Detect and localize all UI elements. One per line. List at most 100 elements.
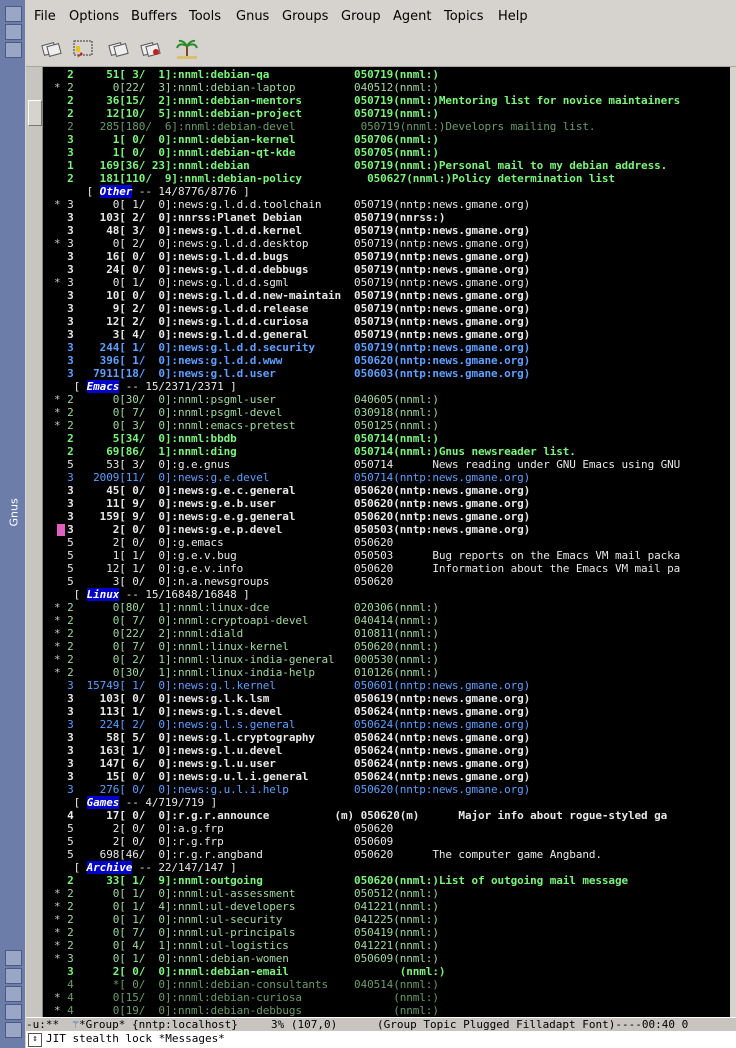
group-line[interactable]: 3 103[ 0/ 0]:news:g.l.k.lsm 050619(nntp:… bbox=[54, 692, 530, 705]
unsubscribe-icon[interactable] bbox=[139, 38, 163, 60]
exit-gnus-icon[interactable] bbox=[175, 38, 199, 60]
group-line[interactable]: 5 698[46/ 0]:r.g.r.angband 050620 The co… bbox=[54, 848, 602, 861]
topic-name[interactable]: Linux bbox=[86, 588, 119, 601]
group-line[interactable]: 3 16[ 0/ 0]:news:g.l.d.d.bugs 050719(nnt… bbox=[54, 250, 530, 263]
group-line[interactable]: 3 2[ 0/ 0]:nnml:debian-email (nnml:) bbox=[54, 965, 445, 978]
group-line[interactable]: * 2 0[ 7/ 0]:nnml:cryptoapi-devel 040414… bbox=[54, 614, 439, 627]
group-line[interactable]: 2 69[86/ 1]:nnml:ding 050714(nnml:)Gnus … bbox=[54, 445, 576, 458]
group-line[interactable]: * 2 0[30/ 1]:nnml:linux-india-help 01012… bbox=[54, 666, 439, 679]
group-line[interactable]: 5 2[ 0/ 0]:g.emacs 050620 bbox=[54, 536, 393, 549]
group-line[interactable]: * 3 0[ 1/ 0]:nnml:debian-women 050609(nn… bbox=[54, 952, 439, 965]
group-line[interactable]: * 3 0[ 1/ 0]:news:g.l.d.d.toolchain 0507… bbox=[54, 198, 530, 211]
group-line[interactable]: 3 159[ 9/ 0]:news:g.e.g.general 050620(n… bbox=[54, 510, 530, 523]
group-line[interactable]: * 2 0[ 1/ 0]:nnml:ul-security 041225(nnm… bbox=[54, 913, 439, 926]
frame-button-4[interactable] bbox=[5, 950, 22, 966]
group-line[interactable]: 2 51[ 3/ 1]:nnml:debian-qa 050719(nnml:) bbox=[54, 68, 439, 81]
frame-button-1[interactable] bbox=[5, 6, 22, 22]
topic-line[interactable]: [ Other -- 14/8776/8776 ] bbox=[54, 185, 250, 198]
group-line[interactable]: 3 147[ 6/ 0]:news:g.l.u.user 050624(nntp… bbox=[54, 757, 530, 770]
group-line[interactable]: 3 276[ 0/ 0]:news:g.u.l.i.help 050620(nn… bbox=[54, 783, 530, 796]
frame-button-8[interactable] bbox=[5, 1022, 22, 1038]
group-line[interactable]: 3 1[ 0/ 0]:nnml:debian-qt-kde 050705(nnm… bbox=[54, 146, 439, 159]
group-line[interactable]: * 2 0[ 3/ 0]:nnml:emacs-pretest 050125(n… bbox=[54, 419, 439, 432]
group-line[interactable]: 2 285[180/ 6]:nnml:debian-devel 050719(n… bbox=[54, 120, 595, 133]
group-line[interactable]: 3 244[ 1/ 0]:news:g.l.d.d.security 05071… bbox=[54, 341, 530, 354]
topic-name[interactable]: Games bbox=[86, 796, 119, 809]
group-line[interactable]: * 2 0[22/ 3]:nnml:debian-laptop 040512(n… bbox=[54, 81, 439, 94]
group-line[interactable]: 2 36[15/ 2]:nnml:debian-mentors 050719(n… bbox=[54, 94, 680, 107]
frame-button-3[interactable] bbox=[5, 42, 22, 58]
subscribe-icon[interactable] bbox=[107, 38, 131, 60]
group-line[interactable]: 2 33[ 1/ 9]:nnml:outgoing 050620(nnml:)L… bbox=[54, 874, 628, 887]
group-buffer[interactable]: 2 51[ 3/ 1]:nnml:debian-qa 050719(nnml:)… bbox=[54, 67, 730, 1017]
group-line[interactable]: 3 163[ 1/ 0]:news:g.l.u.devel 050624(nnt… bbox=[54, 744, 530, 757]
topic-name[interactable]: Archive bbox=[86, 861, 132, 874]
group-line[interactable]: 2 5[34/ 0]:nnml:bbdb 050714(nnml:) bbox=[54, 432, 439, 445]
group-line[interactable]: 5 2[ 0/ 0]:r.g.frp 050609 bbox=[54, 835, 393, 848]
group-line[interactable]: * 2 0[ 7/ 0]:nnml:linux-kernel 050620(nn… bbox=[54, 640, 439, 653]
group-line[interactable]: 5 53[ 3/ 0]:g.e.gnus 050714 News reading… bbox=[54, 458, 680, 471]
group-line[interactable]: 1 169[36/ 23]:nnml:debian 050719(nnml:)P… bbox=[54, 159, 667, 172]
frame-button-7[interactable] bbox=[5, 1004, 22, 1020]
group-line[interactable]: 3 113[ 1/ 0]:news:g.l.s.devel 050624(nnt… bbox=[54, 705, 530, 718]
group-line[interactable]: 3 24[ 0/ 0]:news:g.l.d.d.debbugs 050719(… bbox=[54, 263, 530, 276]
group-line[interactable]: 5 12[ 1/ 0]:g.e.v.info 050620 Informatio… bbox=[54, 562, 680, 575]
group-line[interactable]: * 2 0[ 7/ 0]:nnml:psgml-devel 030918(nnm… bbox=[54, 406, 439, 419]
group-line[interactable]: 3 45[ 0/ 0]:news:g.e.c.general 050620(nn… bbox=[54, 484, 530, 497]
menu-file[interactable]: File bbox=[34, 9, 56, 24]
group-line[interactable]: * 3 0[ 2/ 0]:news:g.l.d.d.desktop 050719… bbox=[54, 237, 530, 250]
group-line[interactable]: 3 58[ 5/ 0]:news:g.l.cryptography 050624… bbox=[54, 731, 530, 744]
group-line[interactable]: 4 17[ 0/ 0]:r.g.r.announce (m) 050620(m)… bbox=[54, 809, 667, 822]
topic-line[interactable]: [ Emacs -- 15/2371/2371 ] bbox=[54, 380, 237, 393]
scrollbar-thumb[interactable] bbox=[28, 100, 42, 126]
menu-groups[interactable]: Groups bbox=[282, 9, 328, 24]
get-new-news-icon[interactable] bbox=[72, 38, 96, 60]
group-line[interactable]: * 4 0[15/ 0]:nnml:debian-curiosa (nnml:) bbox=[54, 991, 439, 1004]
menu-options[interactable]: Options bbox=[69, 9, 119, 24]
group-line[interactable]: 5 1[ 1/ 0]:g.e.v.bug 050503 Bug reports … bbox=[54, 549, 680, 562]
group-line[interactable]: 3 9[ 2/ 0]:news:g.l.d.d.release 050719(n… bbox=[54, 302, 530, 315]
group-line[interactable]: 3 15749[ 1/ 0]:news:g.l.kernel 050601(nn… bbox=[54, 679, 530, 692]
group-line[interactable]: * 2 0[80/ 1]:nnml:linux-dce 020306(nnml:… bbox=[54, 601, 439, 614]
group-line[interactable]: 3 2[ 0/ 0]:news:g.e.p.devel 050503(nntp:… bbox=[54, 523, 530, 536]
menu-group[interactable]: Group bbox=[341, 9, 381, 24]
topic-line[interactable]: [ Linux -- 15/16848/16848 ] bbox=[54, 588, 250, 601]
group-line[interactable]: * 2 0[30/ 0]:nnml:psgml-user 040605(nnml… bbox=[54, 393, 439, 406]
group-line[interactable]: 5 3[ 0/ 0]:n.a.newsgroups 050620 bbox=[54, 575, 393, 588]
menu-buffers[interactable]: Buffers bbox=[131, 9, 177, 24]
group-line[interactable]: * 2 0[ 1/ 0]:nnml:ul-assessment 050512(n… bbox=[54, 887, 439, 900]
topic-name[interactable]: Other bbox=[99, 185, 132, 198]
group-line[interactable]: 2 12[10/ 5]:nnml:debian-project 050719(n… bbox=[54, 107, 439, 120]
group-line[interactable]: 3 2009[11/ 0]:news:g.e.devel 050714(nntp… bbox=[54, 471, 530, 484]
menu-agent[interactable]: Agent bbox=[393, 9, 431, 24]
group-line[interactable]: 5 2[ 0/ 0]:a.g.frp 050620 bbox=[54, 822, 393, 835]
vertical-scrollbar[interactable] bbox=[26, 67, 43, 1017]
group-line[interactable]: 3 15[ 0/ 0]:news:g.u.l.i.general 050624(… bbox=[54, 770, 530, 783]
group-line[interactable]: 3 7911[18/ 0]:news:g.l.d.user 050603(nnt… bbox=[54, 367, 530, 380]
group-line[interactable]: 2 181[110/ 9]:nnml:debian-policy 050627(… bbox=[54, 172, 615, 185]
group-line[interactable]: 3 12[ 2/ 0]:news:g.l.d.d.curiosa 050719(… bbox=[54, 315, 530, 328]
topic-line[interactable]: [ Archive -- 22/147/147 ] bbox=[54, 861, 237, 874]
group-line[interactable]: * 2 0[22/ 2]:nnml:diald 010811(nnml:) bbox=[54, 627, 439, 640]
group-line[interactable]: * 3 0[ 1/ 0]:news:g.l.d.d.sgml 050719(nn… bbox=[54, 276, 530, 289]
group-line[interactable]: * 2 0[ 2/ 1]:nnml:linux-india-general 00… bbox=[54, 653, 439, 666]
group-line[interactable]: 3 224[ 2/ 0]:news:g.l.s.general 050624(n… bbox=[54, 718, 530, 731]
topic-name[interactable]: Emacs bbox=[86, 380, 119, 393]
group-line[interactable]: 3 10[ 0/ 0]:news:g.l.d.d.new-maintain 05… bbox=[54, 289, 530, 302]
group-line[interactable]: 3 103[ 2/ 0]:nnrss:Planet Debian 050719(… bbox=[54, 211, 445, 224]
minibuffer[interactable]: ⇕ JIT stealth lock *Messages* bbox=[26, 1031, 736, 1048]
group-line[interactable]: 3 11[ 9/ 0]:news:g.e.b.user 050620(nntp:… bbox=[54, 497, 530, 510]
menu-topics[interactable]: Topics bbox=[444, 9, 483, 24]
group-line[interactable]: * 4 0[19/ 0]:nnml:debian-debbugs (nnml:) bbox=[54, 1004, 439, 1017]
group-line[interactable]: 4 *[ 0/ 0]:nnml:debian-consultants 04051… bbox=[54, 978, 439, 991]
group-line[interactable]: 3 396[ 1/ 0]:news:g.l.d.d.www 050620(nnt… bbox=[54, 354, 530, 367]
group-line[interactable]: * 2 0[ 7/ 0]:nnml:ul-principals 050419(n… bbox=[54, 926, 439, 939]
frame-button-2[interactable] bbox=[5, 24, 22, 40]
menu-gnus[interactable]: Gnus bbox=[236, 9, 269, 24]
frame-button-5[interactable] bbox=[5, 968, 22, 984]
menu-help[interactable]: Help bbox=[498, 9, 528, 24]
catchup-icon[interactable] bbox=[40, 38, 64, 60]
frame-button-6[interactable] bbox=[5, 986, 22, 1002]
group-line[interactable]: * 2 0[ 1/ 4]:nnml:ul-developers 041221(n… bbox=[54, 900, 439, 913]
group-line[interactable]: 3 1[ 0/ 0]:nnml:debian-kernel 050706(nnm… bbox=[54, 133, 439, 146]
